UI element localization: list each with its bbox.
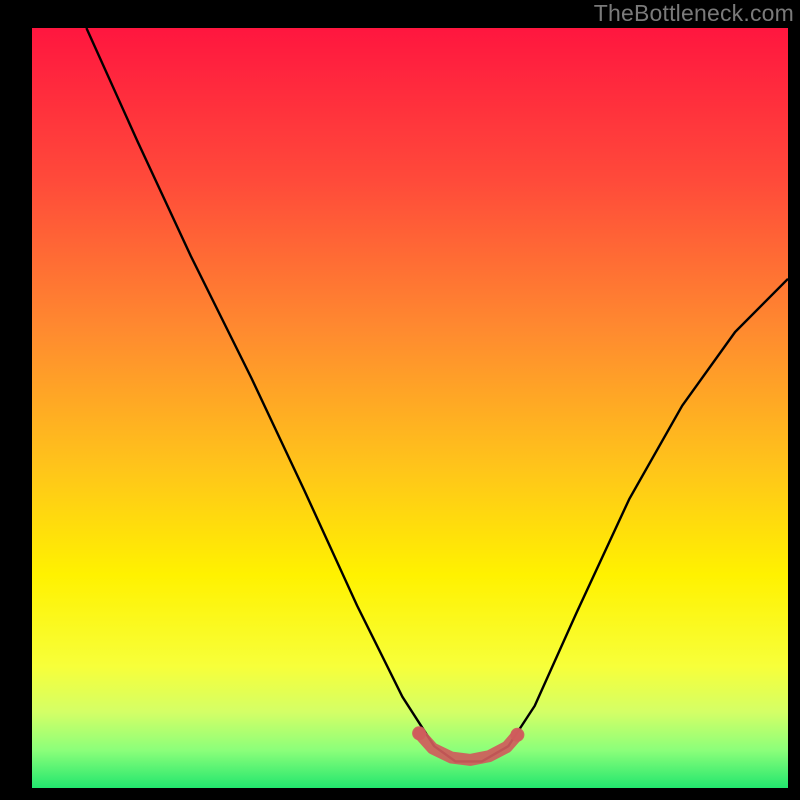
highlight-endcap <box>510 728 524 742</box>
bottleneck-curve-chart <box>0 0 800 800</box>
highlight-endcap <box>412 726 426 740</box>
watermark-label: TheBottleneck.com <box>594 0 794 27</box>
plot-background <box>32 28 788 788</box>
